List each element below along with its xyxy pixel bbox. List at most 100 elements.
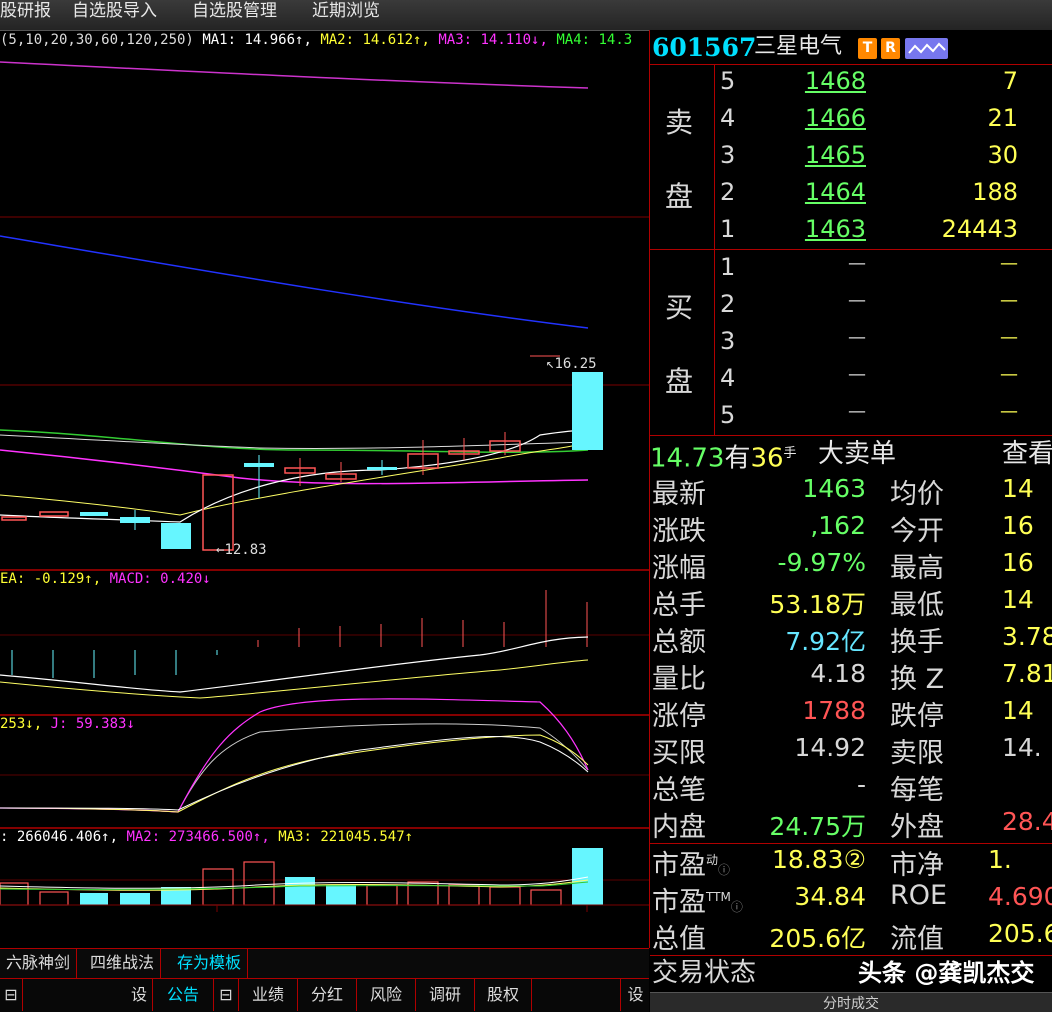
buy-label-top: 买 (665, 291, 694, 324)
valuation-label-2: ROE (890, 880, 948, 911)
sell-price[interactable]: 1465 (805, 141, 866, 169)
quote-value: 1463 (802, 474, 866, 503)
announcement-button[interactable]: 公告 (153, 979, 214, 1011)
ma-legend: (5,10,20,30,60,120,250) MA1: 14.966↑, MA… (0, 30, 649, 52)
sell-price[interactable]: 1464 (805, 178, 866, 206)
big-order-has: 有 (724, 443, 751, 474)
menu-item-manage[interactable]: 自选股管理 (192, 0, 277, 30)
info-icon[interactable]: ⓘ (731, 900, 743, 914)
quote-label-2: 均价 (890, 479, 944, 510)
expand-icon[interactable]: ⊟ (214, 979, 239, 1011)
buy-level: 5 (720, 401, 736, 429)
valuation-label-2: 市净 (890, 850, 944, 881)
sell-price[interactable]: 1466 (805, 104, 866, 132)
buy-price[interactable]: — (848, 253, 866, 274)
ma1-label: MA1: 14.966↑, (202, 32, 312, 48)
tab-liumai[interactable]: 六脉神剑 (0, 949, 78, 978)
buy-level: 2 (720, 290, 736, 318)
valuation-label-sup: TTM (706, 890, 731, 904)
performance-button[interactable]: 业绩 (239, 979, 298, 1011)
quote-label: 买限 (652, 738, 706, 769)
quote-label: 总笔 (652, 775, 706, 806)
tick-trades-tab[interactable]: 分时成交 (650, 992, 1052, 1012)
dif-line (0, 636, 589, 693)
macd-histogram (11, 590, 588, 678)
quote-value-2: 28.43 (1002, 807, 1052, 836)
quote-label-2: 换手 (890, 627, 944, 658)
buy-price[interactable]: — (848, 364, 866, 385)
kdj-k-line (0, 723, 589, 813)
valuation-value: 205.6亿 (769, 924, 866, 953)
quote-label-2: 最低 (890, 590, 944, 621)
quote-value: - (856, 770, 866, 799)
macd-label: MACD: 0.420↓ (109, 571, 211, 587)
sell-volume: 24443 (941, 215, 1018, 243)
sell-price[interactable]: 1468 (805, 67, 866, 95)
research-button[interactable]: 调研 (416, 979, 475, 1011)
quote-value: 14.92 (794, 733, 866, 762)
quote-value: 1788 (802, 696, 866, 725)
buy-price[interactable]: — (848, 290, 866, 311)
tab-save-template[interactable]: 存为模板 (171, 949, 249, 978)
kdj-d2-line (0, 736, 589, 811)
kline-chart-svg (0, 61, 649, 912)
sell-level: 2 (720, 178, 736, 206)
quote-label-2: 最高 (890, 553, 944, 584)
t-badge[interactable]: T (858, 38, 877, 59)
valuation-label-text: 市盈 (652, 887, 706, 918)
dea-label: EA: -0.129↑, (0, 571, 102, 587)
valuation-label-2: 流值 (890, 924, 944, 955)
quote-value-2: 14 (1002, 696, 1034, 725)
sell-price[interactable]: 1463 (805, 215, 866, 243)
buy-price[interactable]: — (848, 327, 866, 348)
watermark: 头条 @龚凯杰交 (858, 959, 1035, 987)
rong-icon[interactable] (905, 38, 948, 59)
buy-volume: — (1000, 327, 1018, 348)
r-badge[interactable]: R (881, 38, 900, 59)
equity-button[interactable]: 股权 (475, 979, 532, 1011)
trade-status-row: 交易状态 头条 @龚凯杰交 (650, 955, 1052, 991)
view-big-order-link[interactable]: 查看 (1002, 436, 1052, 472)
ma250-line (0, 61, 589, 89)
settings-button-left[interactable]: 设 (126, 979, 153, 1011)
valuation-label: 总值 (652, 917, 706, 956)
high-price-label: ↖16.25 (546, 356, 597, 372)
risk-button[interactable]: 风险 (357, 979, 416, 1011)
ma4-label: MA4: 14.3 (556, 32, 633, 48)
dea-line (0, 659, 589, 699)
dividend-button[interactable]: 分红 (298, 979, 357, 1011)
menu-bar: 股研报 自选股导入 自选股管理 近期浏览 (0, 0, 1052, 31)
menu-item-import[interactable]: 自选股导入 (72, 0, 157, 30)
kdj-legend: 253↓, J: 59.383↓ (0, 716, 135, 732)
sell-level: 1 (720, 215, 736, 243)
high-price-value: 16.25 (554, 356, 597, 372)
info-icon[interactable]: ⓘ (718, 863, 730, 877)
big-order-row: 14.73有36手 大卖单 查看 (650, 436, 1052, 474)
indicator-tabs: 六脉神剑 四维战法 存为模板 (0, 948, 649, 979)
tab-siwei[interactable]: 四维战法 (84, 949, 162, 978)
quote-label-2: 跌停 (890, 701, 944, 732)
quote-label-2: 外盘 (890, 812, 944, 843)
quote-value: 53.18万 (769, 590, 866, 619)
settings-button-right[interactable]: 设 (620, 979, 650, 1011)
quote-value-2: 14 (1002, 585, 1034, 614)
quote-label: 最新 (652, 479, 706, 510)
kdj-d-label: 253↓, (0, 716, 43, 732)
sell-volume: 188 (972, 178, 1018, 206)
scroll-left-icon[interactable]: ⊟ (0, 979, 23, 1011)
sell-book: 卖 盘 5 1468 7 4 1466 21 3 1465 30 2 1464 188 1 1463 244… (650, 65, 1052, 249)
menu-item-research[interactable]: 股研报 (0, 0, 51, 30)
vol-ma3-label: MA3: 221045.547↑ (278, 829, 414, 845)
quote-value-2: 16 (1002, 548, 1034, 577)
quote-value-2: 3.78 (1002, 622, 1052, 651)
stock-title: 601567 三星电气 T R (650, 30, 1052, 65)
buy-volume: — (1000, 364, 1018, 385)
macd-legend: EA: -0.129↑, MACD: 0.420↓ (0, 571, 211, 587)
quote-value: 4.18 (810, 659, 866, 688)
menu-item-recent[interactable]: 近期浏览 (312, 0, 380, 30)
quote-label: 内盘 (652, 812, 706, 843)
quote-label-2: 卖限 (890, 738, 944, 769)
sell-level: 4 (720, 104, 736, 132)
buy-price[interactable]: — (848, 401, 866, 422)
kline-chart[interactable]: (5,10,20,30,60,120,250) MA1: 14.966↑, MA… (0, 30, 650, 948)
